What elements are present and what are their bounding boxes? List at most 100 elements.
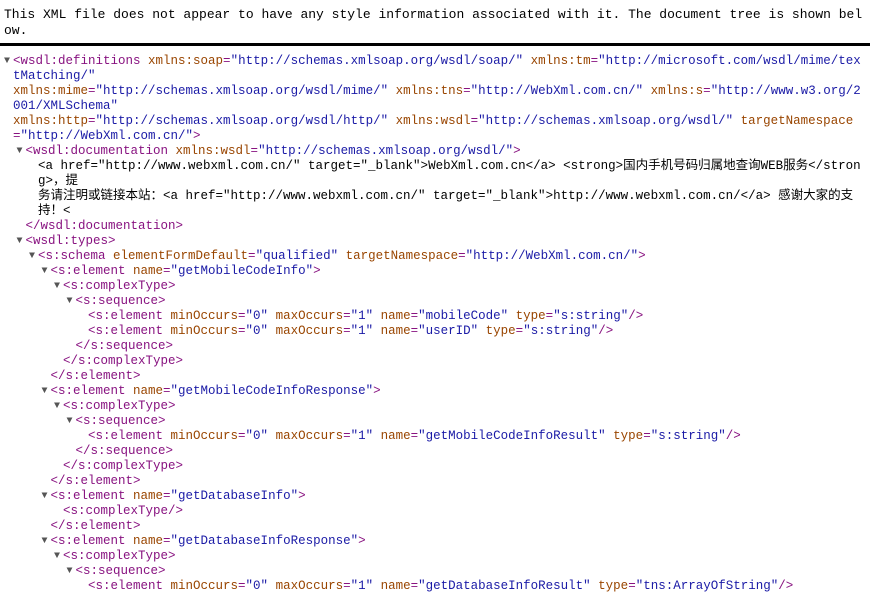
collapse-triangle-icon[interactable]: ▼ [54,549,60,564]
xml-attribute-value: "http://WebXml.com.cn/" [465,249,639,263]
xml-line[interactable]: ▼ <s:element name="getMobileCodeInfo"> [0,264,870,279]
collapse-triangle-icon[interactable]: ▼ [17,144,23,159]
xml-line-content: </s:sequence> [76,444,867,459]
xml-line-content: 务请注明或链接本站：<a href="http://www.webxml.com… [38,189,866,219]
xml-tag: = [410,309,419,323]
collapse-triangle-icon[interactable]: ▼ [42,489,48,504]
collapse-triangle-icon[interactable]: ▼ [54,279,60,294]
xml-tag: </s:sequence> [75,444,174,458]
xml-line-content: <wsdl:types> [26,234,867,249]
xml-tag: = [410,429,419,443]
xml-line[interactable]: ▼ <wsdl:documentation xmlns:wsdl="http://… [0,144,870,159]
xml-tag: = [238,309,246,323]
collapse-triangle-icon[interactable]: ▼ [67,294,73,309]
collapse-triangle-icon[interactable]: ▼ [42,534,48,549]
xml-line[interactable]: ▼ <s:element name="getDatabaseInfoRespons… [0,534,870,549]
xml-line[interactable]: ▼ <s:complexType> [0,549,870,564]
xml-tag: <s:element [88,309,164,323]
xml-line-content: <s:sequence> [76,414,867,429]
xml-line: </wsdl:documentation> [0,219,870,234]
xml-line: xmlns:http="http://schemas.xmlsoap.org/w… [0,114,870,144]
xml-attribute-name: targetNamespace [338,249,459,263]
xml-tag: </s:element> [50,474,141,488]
xml-tag: = [248,249,256,263]
xml-line-content: </s:complexType> [63,354,866,369]
xml-tag: <s:complexType> [63,399,176,413]
xml-line-content: </s:complexType> [63,459,866,474]
xml-tag: = [163,489,171,503]
xml-attribute-value: "s:string" [650,429,726,443]
xml-attribute-name: minOccurs [163,309,239,323]
xml-tag: /> [725,429,741,443]
xml-tag: <wsdl:documentation [25,144,169,158]
xml-tag: </s:element> [50,369,141,383]
collapse-triangle-icon[interactable]: ▼ [42,384,48,399]
xml-attribute-value: "0" [245,429,269,443]
xml-line-content: <a href="http://www.webxml.com.cn/" targ… [38,159,866,189]
xml-tag: = [643,429,651,443]
xml-line[interactable]: ▼ <wsdl:definitions xmlns:soap="http://sc… [0,54,870,84]
xml-tag: <s:element [88,324,164,338]
xml-line-content: </s:element> [51,474,867,489]
xml-tag: <s:sequence> [75,414,166,428]
xml-attribute-value: "mobileCode" [418,309,509,323]
xml-line[interactable]: ▼ <s:element name="getMobileCodeInfoRespo… [0,384,870,399]
xml-line: 务请注明或链接本站：<a href="http://www.webxml.com… [0,189,870,219]
xml-attribute-name: type [478,324,516,338]
xml-tag: = [238,429,246,443]
xml-line[interactable]: ▼ <s:sequence> [0,414,870,429]
xml-tag: = [163,384,171,398]
xml-line[interactable]: ▼ <s:sequence> [0,564,870,579]
xml-tag: > [298,489,306,503]
collapse-triangle-icon[interactable]: ▼ [42,264,48,279]
collapse-triangle-icon[interactable]: ▼ [29,249,35,264]
xml-line-content: <s:sequence> [76,294,867,309]
xml-line[interactable]: ▼ <s:complexType> [0,399,870,414]
collapse-triangle-icon[interactable]: ▼ [67,564,73,579]
xml-document-tree: ▼ <wsdl:definitions xmlns:soap="http://sc… [0,54,870,594]
xml-tag: <s:complexType> [63,549,176,563]
xml-tag: > [313,264,321,278]
xml-line[interactable]: ▼ <s:complexType> [0,279,870,294]
xml-attribute-value: "1" [350,429,374,443]
xml-attribute-value: "getMobileCodeInfoResponse" [170,384,374,398]
xml-line[interactable]: ▼ <s:sequence> [0,294,870,309]
xml-attribute-value: "1" [350,309,374,323]
xml-tag: <s:element [50,384,126,398]
xml-tag: > [193,129,201,143]
xml-attribute-name: minOccurs [163,579,239,593]
xml-line: </s:sequence> [0,339,870,354]
xml-line: </s:complexType> [0,459,870,474]
xml-attribute-name: type [605,429,644,443]
collapse-triangle-icon[interactable]: ▼ [67,414,73,429]
xml-tag: = [88,84,96,98]
xml-line-content: <wsdl:definitions xmlns:soap="http://sch… [13,54,866,84]
xml-line-content: xmlns:http="http://schemas.xmlsoap.org/w… [13,114,866,144]
xml-line-content: </s:element> [51,519,867,534]
xml-attribute-value: "1" [350,324,374,338]
collapse-triangle-icon[interactable]: ▼ [4,54,10,69]
xml-attribute-name: xmlns:wsdl [168,144,251,158]
xml-tag: = [343,579,351,593]
xml-attribute-value: "http://schemas.xmlsoap.org/wsdl/" [478,114,734,128]
xml-attribute-name: maxOccurs [268,429,344,443]
collapse-triangle-icon[interactable]: ▼ [17,234,23,249]
xml-tag: = [628,579,636,593]
xml-attribute-name: type [590,579,629,593]
xml-tag: > [513,144,521,158]
xml-line[interactable]: ▼ <s:element name="getDatabaseInfo"> [0,489,870,504]
xml-attribute-name: name [373,309,411,323]
xml-attribute-name: elementFormDefault [105,249,249,263]
xml-tag: <s:complexType/> [63,504,184,518]
xml-line[interactable]: ▼ <s:schema elementFormDefault="qualified… [0,249,870,264]
xml-line-content: <s:complexType/> [63,504,866,519]
xml-attribute-value: "s:string" [523,324,599,338]
collapse-triangle-icon[interactable]: ▼ [54,399,60,414]
xml-attribute-name: xmlns:tns [388,84,464,98]
xml-attribute-value: "1" [350,579,374,593]
xml-tag: = [88,114,96,128]
xml-line: </s:element> [0,369,870,384]
xml-line[interactable]: ▼ <wsdl:types> [0,234,870,249]
xml-line: </s:element> [0,474,870,489]
xml-line: <s:element minOccurs="0" maxOccurs="1" n… [0,309,870,324]
